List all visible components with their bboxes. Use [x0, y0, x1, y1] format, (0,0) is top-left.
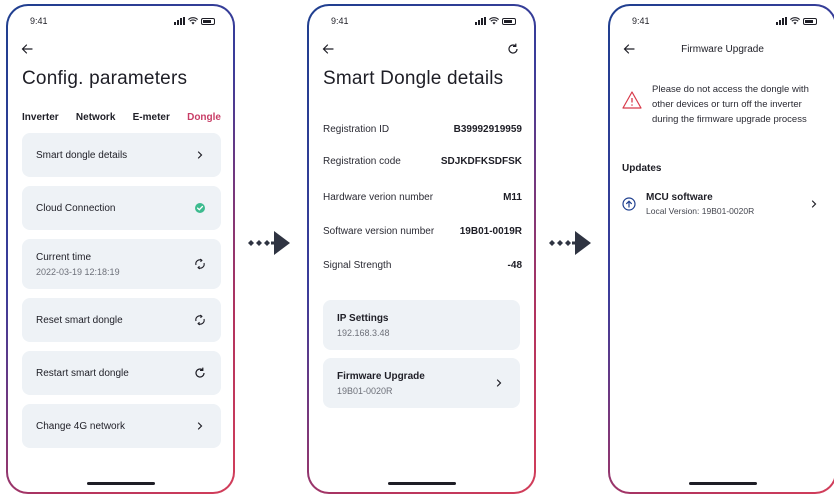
page-title: Smart Dongle details [323, 68, 504, 89]
card-label: Change 4G network [36, 420, 125, 432]
battery-icon [502, 17, 516, 25]
smart-dongle-details-card[interactable]: Smart dongle details [22, 133, 221, 177]
detail-row: Software version number 19B01-0019R [323, 226, 522, 237]
sync-icon[interactable] [193, 257, 207, 271]
detail-row: Registration code SDJKDFKSDFSK [323, 156, 522, 167]
mcu-local-version: Local Version: 19B01-0020R [646, 206, 755, 216]
firmware-version-value: 19B01-0020R [337, 385, 393, 396]
page-title: Config. parameters [22, 68, 188, 89]
ip-settings-title: IP Settings [337, 312, 389, 324]
detail-label: Signal Strength [323, 260, 392, 271]
detail-label: Software version number [323, 226, 435, 237]
chevron-right-icon [197, 151, 203, 159]
phone-smart-dongle-details: 9:41 Smart Dongle details Registration I… [307, 4, 536, 494]
card-label: Restart smart dongle [36, 367, 129, 379]
cloud-connection-card[interactable]: Cloud Connection [22, 186, 221, 230]
status-time: 9:41 [632, 16, 650, 26]
tab-bar: Inverter Network E-meter Dongle [22, 112, 221, 123]
ip-address-value: 192.168.3.48 [337, 327, 390, 338]
status-bar: 9:41 [309, 16, 534, 30]
chevron-right-icon [496, 379, 502, 387]
home-indicator [86, 482, 155, 485]
status-time: 9:41 [30, 16, 48, 26]
firmware-upgrade-card[interactable]: Firmware Upgrade 19B01-0020R [323, 358, 520, 408]
warning-notice: Please do not access the dongle with oth… [622, 82, 825, 127]
detail-row: Registration ID B39992919959 [323, 124, 522, 135]
tab-inverter[interactable]: Inverter [22, 112, 59, 123]
home-indicator [387, 482, 456, 485]
firmware-upgrade-title: Firmware Upgrade [337, 370, 425, 382]
sync-icon[interactable] [193, 313, 207, 327]
current-time-value: 2022-03-19 12:18:19 [36, 266, 120, 277]
signal-icon [174, 17, 185, 25]
phone-firmware-upgrade: 9:41 Firmware Upgrade Please do not acce… [608, 4, 834, 494]
wifi-icon [188, 17, 198, 25]
signal-icon [776, 17, 787, 25]
battery-icon [201, 17, 215, 25]
change-4g-network-card[interactable]: Change 4G network [22, 404, 221, 448]
mcu-software-item[interactable]: MCU software Local Version: 19B01-0020R [622, 192, 821, 216]
mcu-title: MCU software [646, 192, 713, 203]
detail-label: Registration code [323, 156, 401, 167]
tab-network[interactable]: Network [76, 112, 115, 123]
tab-e-meter[interactable]: E-meter [133, 112, 170, 123]
detail-row: Hardware verion number M11 [323, 192, 522, 203]
detail-value: 19B01-0019R [459, 226, 522, 237]
detail-value: B39992919959 [453, 124, 522, 135]
back-arrow-icon[interactable] [20, 42, 34, 56]
warning-text: Please do not access the dongle with oth… [652, 84, 809, 125]
signal-icon [475, 17, 486, 25]
detail-value: -48 [507, 260, 522, 271]
detail-label: Registration ID [323, 124, 390, 135]
detail-row: Signal Strength -48 [323, 260, 522, 271]
restart-smart-dongle-card[interactable]: Restart smart dongle [22, 351, 221, 395]
detail-label: Hardware verion number [323, 192, 434, 203]
home-indicator [688, 482, 757, 485]
updates-heading: Updates [622, 163, 662, 174]
status-time: 9:41 [331, 16, 349, 26]
check-circle-icon [195, 203, 205, 213]
card-label: Current time [36, 251, 92, 263]
back-arrow-icon[interactable] [321, 42, 335, 56]
phone-config-parameters: 9:41 Config. parameters Inverter Network… [6, 4, 235, 494]
current-time-card[interactable]: Current time 2022-03-19 12:18:19 [22, 239, 221, 289]
status-bar: 9:41 [8, 16, 233, 30]
upload-circle-icon [622, 197, 636, 211]
flow-arrow-icon [248, 231, 290, 255]
wifi-icon [489, 17, 499, 25]
battery-icon [803, 17, 817, 25]
card-label: Reset smart dongle [36, 314, 123, 326]
wifi-icon [790, 17, 800, 25]
status-bar: 9:41 [610, 16, 834, 30]
ip-settings-card[interactable]: IP Settings 192.168.3.48 [323, 300, 520, 350]
detail-value: SDJKDFKSDFSK [440, 156, 522, 167]
header-title: Firmware Upgrade [681, 44, 764, 55]
card-label: Smart dongle details [36, 149, 128, 161]
flow-arrow-icon [549, 231, 591, 255]
tab-dongle[interactable]: Dongle [187, 112, 221, 123]
reset-smart-dongle-card[interactable]: Reset smart dongle [22, 298, 221, 342]
chevron-right-icon [197, 422, 203, 430]
refresh-icon[interactable] [506, 42, 520, 56]
refresh-icon[interactable] [193, 366, 207, 380]
card-label: Cloud Connection [36, 202, 116, 214]
chevron-right-icon [811, 200, 817, 208]
warning-icon [622, 91, 642, 109]
detail-value: M11 [503, 192, 522, 203]
